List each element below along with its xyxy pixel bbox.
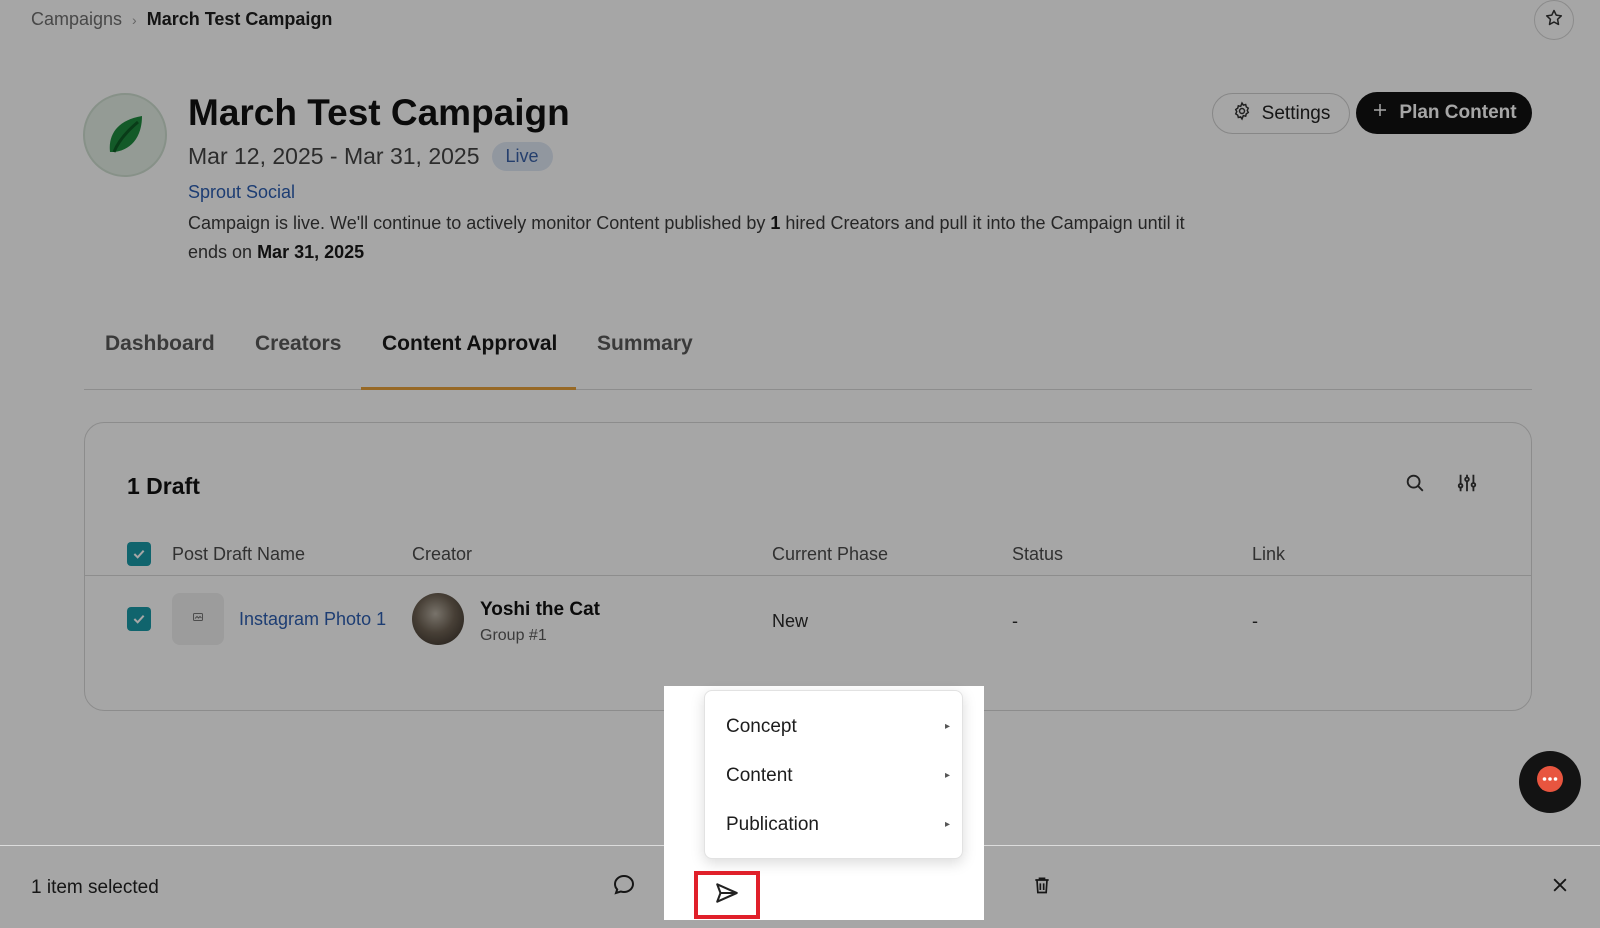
caret-right-icon: ▸ — [944, 770, 950, 781]
trash-icon — [1032, 874, 1052, 901]
caret-right-icon: ▸ — [944, 721, 950, 732]
comment-button[interactable] — [607, 870, 641, 904]
comment-icon — [612, 873, 636, 902]
menu-item-content[interactable]: Content ▸ — [705, 751, 962, 800]
menu-item-publication[interactable]: Publication ▸ — [705, 800, 962, 849]
send-icon — [714, 880, 740, 911]
phase-menu: Concept ▸ Content ▸ Publication ▸ — [704, 690, 963, 859]
delete-button[interactable] — [1025, 870, 1059, 904]
chat-icon — [1532, 762, 1568, 803]
selected-count: 1 item selected — [31, 877, 159, 898]
menu-item-label: Content — [726, 764, 793, 786]
menu-item-concept[interactable]: Concept ▸ — [705, 702, 962, 751]
send-to-phase-button[interactable] — [694, 871, 760, 919]
close-icon — [1550, 875, 1570, 900]
chat-button[interactable] — [1519, 751, 1581, 813]
caret-right-icon: ▸ — [944, 819, 950, 830]
menu-item-label: Publication — [726, 813, 819, 835]
menu-item-label: Concept — [726, 715, 797, 737]
close-selection-button[interactable] — [1543, 870, 1577, 904]
